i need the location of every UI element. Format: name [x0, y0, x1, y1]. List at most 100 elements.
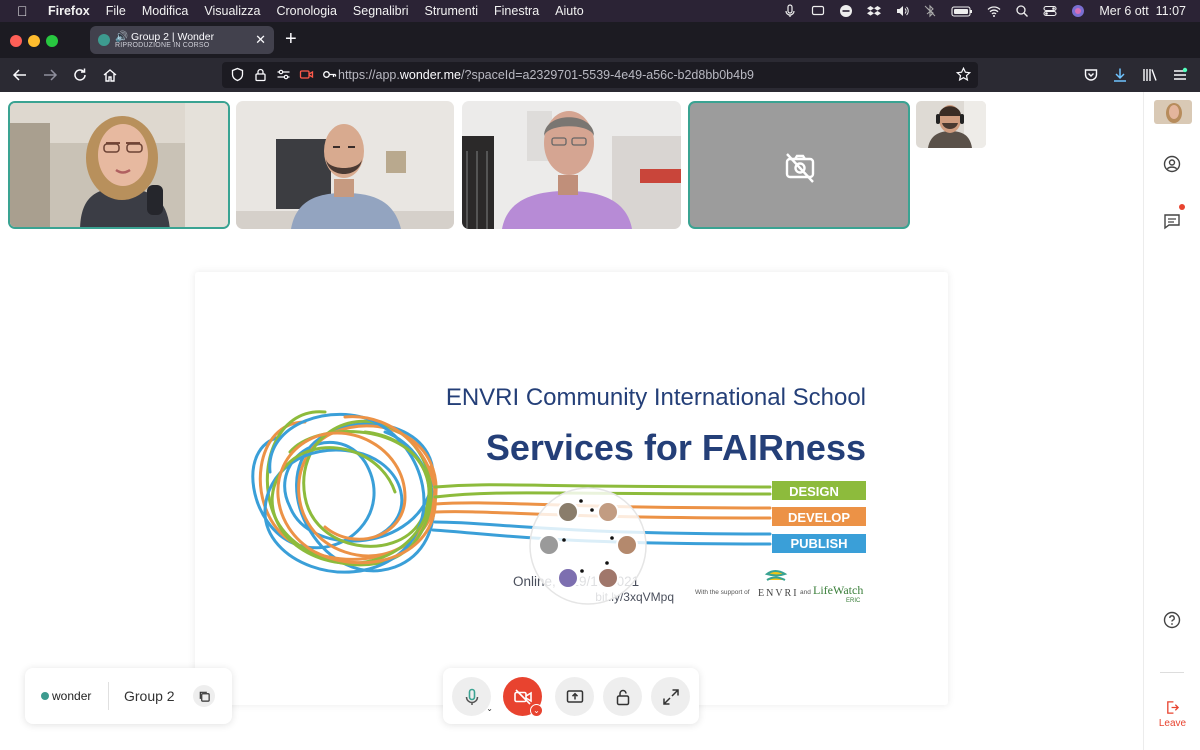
leave-label: Leave [1158, 718, 1187, 729]
spotlight-icon[interactable] [1015, 4, 1029, 18]
back-button[interactable] [10, 65, 30, 85]
divider [108, 682, 109, 710]
address-bar[interactable]: https://app.wonder.me/?spaceId=a2329701-… [222, 62, 978, 88]
help-button[interactable] [1163, 611, 1181, 634]
window-minimize-button[interactable] [28, 35, 40, 47]
dropbox-icon[interactable] [867, 4, 882, 18]
microphone-options-icon[interactable]: ⌄ [486, 704, 493, 713]
proximity-bubble[interactable] [529, 487, 647, 605]
bubble-avatar-1[interactable] [557, 501, 579, 523]
video-tile-4-camera-off[interactable] [688, 101, 910, 229]
pocket-icon[interactable] [1081, 65, 1101, 85]
people-button[interactable] [1163, 155, 1181, 178]
lifewatch-logo-sub: ERIC [846, 598, 861, 604]
library-icon[interactable] [1140, 65, 1160, 85]
browser-tab-bar: 🔊 Group 2 | Wonder RIPRODUZIONE IN CORSO… [0, 22, 1200, 58]
camera-off-icon [785, 153, 815, 183]
menu-segnalibri[interactable]: Segnalibri [353, 4, 409, 18]
reload-button[interactable] [70, 65, 90, 85]
microphone-button[interactable]: ⌄ [452, 677, 493, 716]
microphone-icon [465, 688, 478, 705]
menu-strumenti[interactable]: Strumenti [425, 4, 479, 18]
video-tile-2[interactable] [236, 101, 454, 229]
key-icon[interactable] [322, 67, 337, 82]
and-text: and [800, 589, 811, 596]
leave-button[interactable]: Leave [1144, 700, 1200, 729]
bubble-avatar-5[interactable] [557, 567, 579, 589]
participant-video-5 [916, 101, 986, 148]
camera-sharing-icon[interactable] [299, 67, 314, 82]
wifi-icon[interactable] [987, 4, 1001, 18]
browser-nav-bar: https://app.wonder.me/?spaceId=a2329701-… [0, 58, 1200, 92]
slide-heading: ENVRI Community International School [446, 384, 866, 411]
menu-bar-clock[interactable]: Mer 6 ott 11:07 [1099, 4, 1186, 18]
share-screen-icon [566, 689, 583, 703]
lock-circle-button[interactable] [603, 677, 642, 716]
unread-badge [1179, 204, 1185, 210]
home-button[interactable] [100, 65, 120, 85]
control-center-icon[interactable] [1043, 4, 1057, 18]
dnd-icon[interactable] [839, 4, 853, 18]
slide-support-text: With the support of [695, 589, 750, 596]
envri-logo-mark [764, 570, 788, 581]
status-area: Mer 6 ott 11:07 [783, 0, 1186, 22]
call-controls: ⌄ ⌄ [443, 668, 699, 724]
right-sidebar: Leave [1143, 92, 1200, 750]
video-tile-3[interactable] [462, 101, 681, 229]
band-design-label: DESIGN [789, 484, 839, 499]
help-icon [1163, 611, 1181, 629]
envri-logo-text: ENVRI [758, 588, 799, 599]
permissions-icon[interactable] [276, 67, 291, 82]
menu-modifica[interactable]: Modifica [142, 4, 189, 18]
forward-button[interactable] [40, 65, 60, 85]
copy-link-button[interactable] [193, 685, 215, 707]
address-bar-icons [230, 67, 337, 82]
video-tile-1[interactable] [8, 101, 230, 229]
chat-button[interactable] [1163, 204, 1185, 235]
participant-video-3 [462, 101, 681, 229]
fullscreen-button[interactable] [651, 677, 690, 716]
participant-video-2 [236, 101, 454, 229]
bubble-avatar-4[interactable] [616, 534, 638, 556]
volume-icon[interactable] [895, 4, 910, 18]
menu-file[interactable]: File [106, 4, 126, 18]
self-avatar[interactable] [1154, 100, 1192, 124]
url-text[interactable]: https://app.wonder.me/?spaceId=a2329701-… [338, 68, 754, 82]
wonder-favicon [98, 34, 110, 46]
menu-firefox[interactable]: Firefox [48, 4, 90, 18]
share-screen-button[interactable] [555, 677, 594, 716]
bubble-avatar-2[interactable] [597, 501, 619, 523]
menu-aiuto[interactable]: Aiuto [555, 4, 584, 18]
menu-visualizza[interactable]: Visualizza [204, 4, 260, 18]
user-circle-icon [1163, 155, 1181, 173]
camera-toggle-button[interactable]: ⌄ [503, 677, 543, 717]
new-tab-button[interactable]: + [285, 28, 297, 50]
battery-icon[interactable] [951, 4, 973, 18]
bubble-avatar-6[interactable] [597, 567, 619, 589]
screen-share-status-icon[interactable] [811, 4, 825, 18]
unlock-icon [616, 689, 629, 705]
menu-finestra[interactable]: Finestra [494, 4, 539, 18]
band-develop-label: DEVELOP [788, 510, 850, 525]
window-close-button[interactable] [10, 35, 22, 47]
browser-tab-active[interactable]: 🔊 Group 2 | Wonder RIPRODUZIONE IN CORSO… [90, 26, 274, 54]
wonder-logo[interactable]: wonder [41, 689, 91, 703]
microphone-status-icon[interactable] [783, 4, 797, 18]
expand-icon [662, 688, 679, 705]
siri-icon[interactable] [1071, 4, 1085, 18]
macos-menu-bar:  Firefox File Modifica Visualizza Crono… [0, 0, 1200, 22]
tab-close-icon[interactable]: ✕ [255, 32, 266, 48]
app-menu-icon[interactable] [1170, 65, 1190, 85]
lock-icon[interactable] [253, 67, 268, 82]
menu-cronologia[interactable]: Cronologia [276, 4, 336, 18]
camera-options-icon[interactable]: ⌄ [530, 704, 543, 717]
bluetooth-off-icon[interactable] [923, 4, 937, 18]
window-zoom-button[interactable] [46, 35, 58, 47]
bubble-avatar-3[interactable] [538, 534, 560, 556]
apple-icon[interactable]:  [17, 3, 33, 19]
tracking-protection-icon[interactable] [230, 67, 245, 82]
bookmark-star-icon[interactable] [956, 67, 971, 82]
wonder-page: DESIGN DEVELOP PUBLISH ENVRI Community I… [0, 92, 1200, 750]
downloads-icon[interactable] [1110, 65, 1130, 85]
video-tile-5-small[interactable] [916, 101, 986, 148]
